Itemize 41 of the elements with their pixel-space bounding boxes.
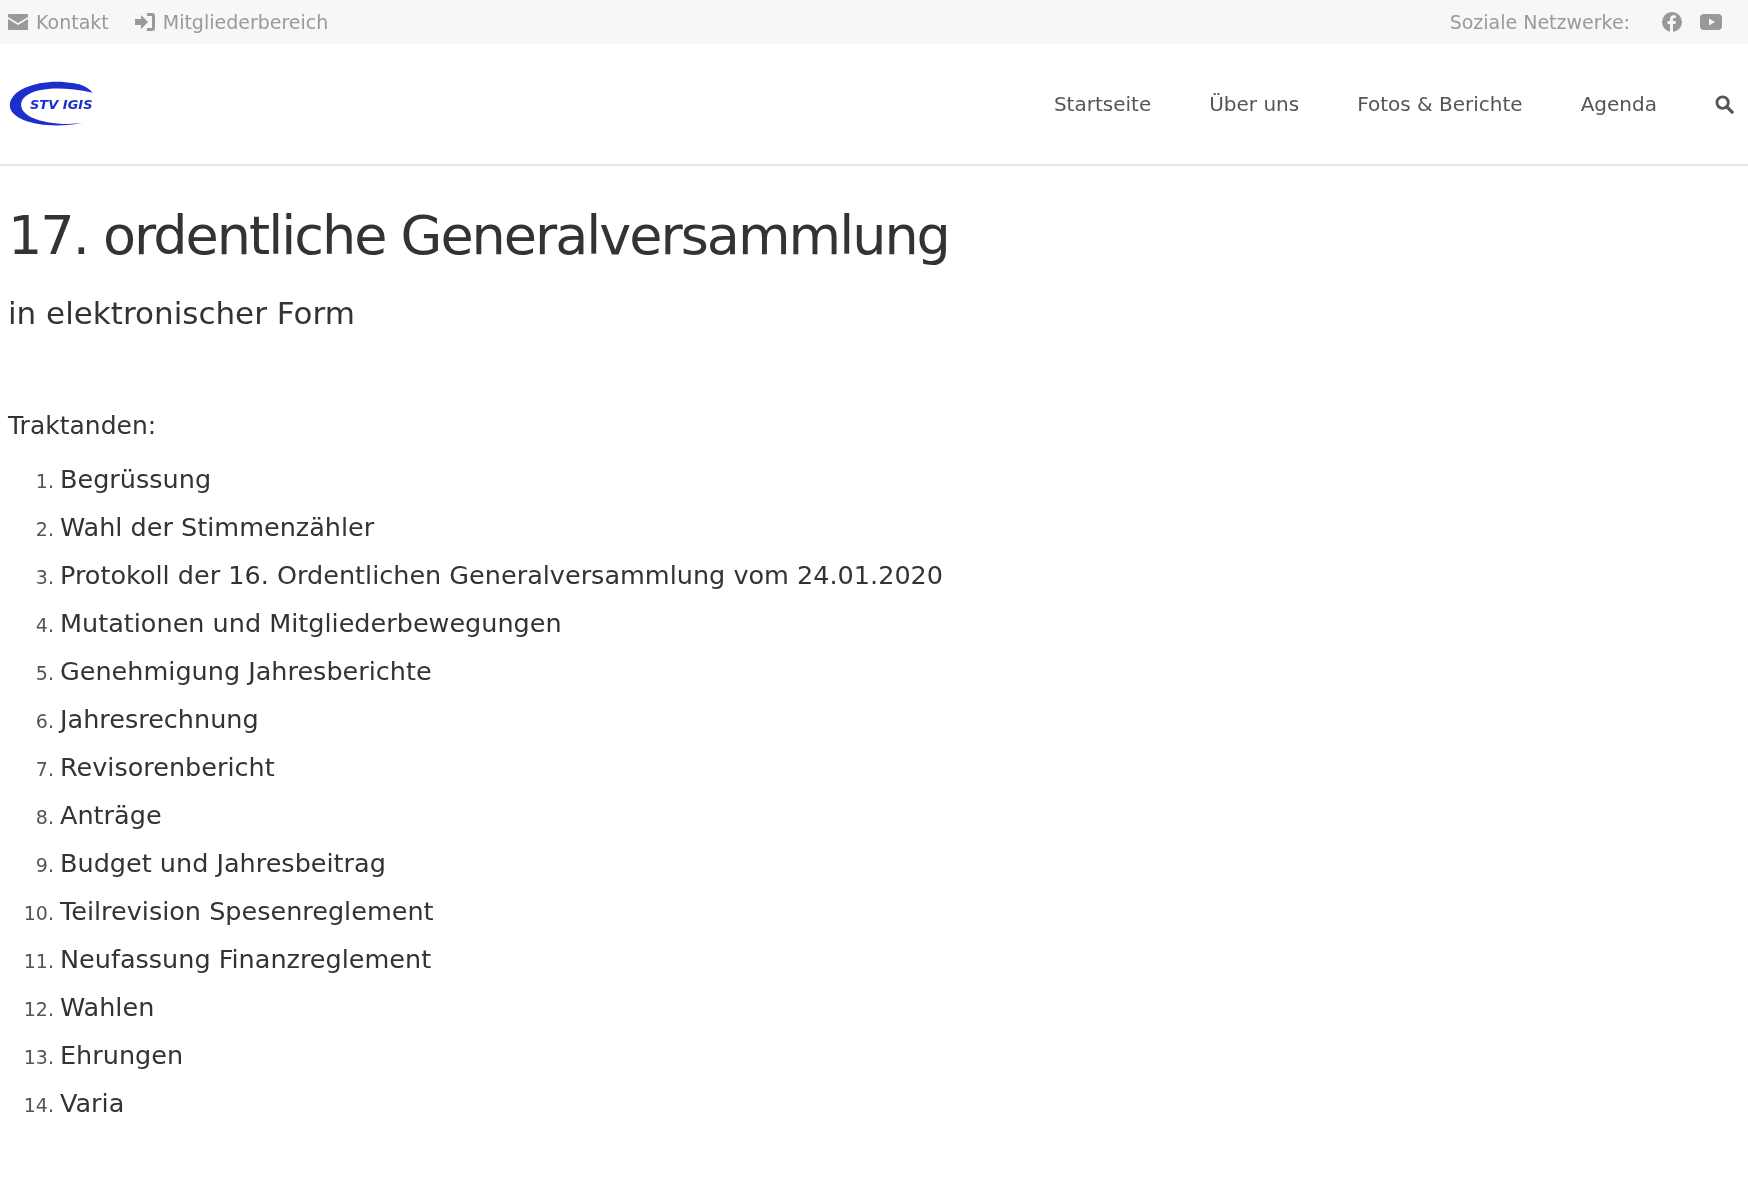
list-item-text: Wahl der Stimmenzähler bbox=[60, 511, 375, 542]
search-icon[interactable] bbox=[1715, 94, 1734, 114]
list-number: 7. bbox=[34, 757, 55, 780]
list-number: 1. bbox=[34, 469, 55, 492]
list-item-text: Mutationen und Mitgliederbewegungen bbox=[60, 607, 562, 638]
list-number: 2. bbox=[34, 517, 55, 540]
page-title: 17. ordentliche Generalversammlung bbox=[8, 204, 950, 269]
list-number: 10. bbox=[22, 901, 55, 924]
list-item-text: Wahlen bbox=[60, 991, 155, 1022]
list-item-text: Begrüssung bbox=[60, 463, 212, 494]
list-item-text: Jahresrechnung bbox=[60, 703, 259, 734]
list-number: 12. bbox=[22, 997, 55, 1020]
list-item-text: Ehrungen bbox=[60, 1039, 184, 1070]
list-item-text: Revisorenbericht bbox=[60, 751, 275, 782]
facebook-icon[interactable] bbox=[1662, 12, 1682, 32]
list-number: 14. bbox=[22, 1093, 55, 1116]
envelope-icon bbox=[8, 14, 28, 30]
nav-link[interactable]: Startseite bbox=[1053, 92, 1152, 116]
social-label: Soziale Netzwerke: bbox=[1449, 11, 1630, 33]
list-number: 4. bbox=[34, 613, 55, 636]
list-item-text: Genehmigung Jahresberichte bbox=[60, 655, 432, 686]
sign-in-icon bbox=[134, 13, 155, 31]
page-subtitle: in elektronischer Form bbox=[8, 294, 356, 331]
list-number: 11. bbox=[22, 949, 55, 972]
nav-link[interactable]: Fotos & Berichte bbox=[1357, 92, 1523, 116]
list-number: 6. bbox=[34, 709, 55, 732]
list-number: 5. bbox=[34, 661, 55, 684]
nav-link[interactable]: Über uns bbox=[1209, 92, 1300, 116]
list-number: 8. bbox=[34, 805, 55, 828]
list-number: 3. bbox=[34, 565, 55, 588]
list-number: 13. bbox=[22, 1045, 55, 1068]
list-item-text: Neufassung Finanzreglement bbox=[60, 943, 432, 974]
list-item-text: Teilrevision Spesenreglement bbox=[60, 895, 434, 926]
list-item-text: Anträge bbox=[60, 799, 162, 830]
list-number: 9. bbox=[34, 853, 55, 876]
nav-link[interactable]: Agenda bbox=[1580, 92, 1657, 116]
list-item-text: Budget und Jahresbeitrag bbox=[60, 847, 386, 878]
list-item-text: Varia bbox=[60, 1087, 125, 1118]
list-item-text: Protokoll der 16. Ordentlichen Generalversammlung vom 24.01.2020 bbox=[60, 559, 944, 590]
video-play-icon[interactable] bbox=[1700, 14, 1722, 30]
intro-text: Traktanden: bbox=[8, 410, 158, 440]
